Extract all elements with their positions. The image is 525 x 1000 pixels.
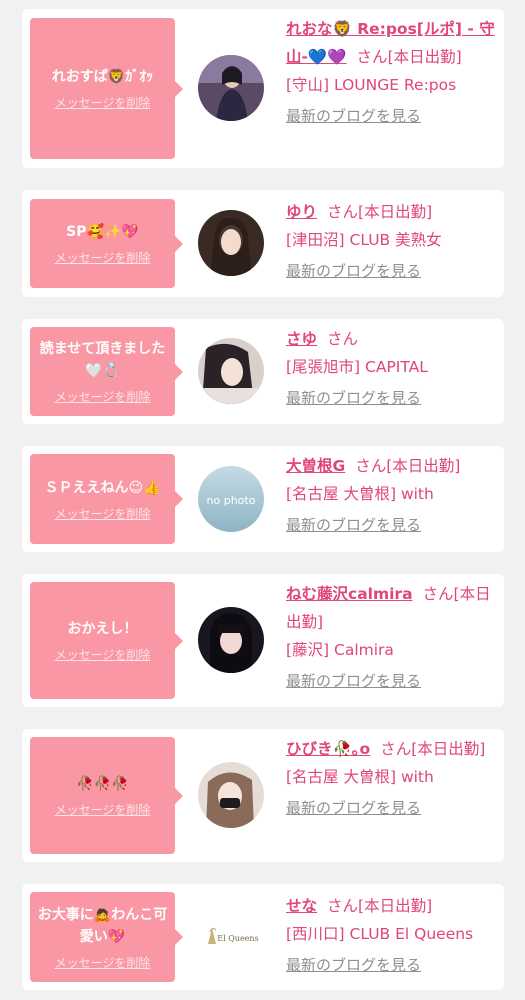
honorific: さん [356,48,388,66]
honorific: さん [422,585,454,603]
list-item: れおすぱ🦁ｶﾞｵｯ メッセージを削除 れおな🦁 Re:pos[ルポ] - 守山-… [22,9,504,168]
view-blog-link[interactable]: 最新のブログを見る [286,794,421,822]
honorific: さん [355,457,387,475]
list-item: 🥀🥀🥀 メッセージを削除 ひびき🥀｡o さん[本日出勤] [名古屋 大曽根] wi… [22,729,504,862]
list-item: おかえし！ メッセージを削除 ねむ藤沢calmira さん[本日出勤] [藤沢] … [22,574,504,707]
list-item: SP🥰✨💖 メッセージを削除 ゆり さん[本日出勤] [津田沼] CLUB 美熟女… [22,190,504,297]
list-item: お大事に🙇わんこ可愛い💖 メッセージを削除 El Queens せな さん[本日出… [22,884,504,990]
shop-name: [尾張旭市] CAPITAL [286,358,428,376]
message-bubble: SP🥰✨💖 メッセージを削除 [30,199,183,288]
message-text: ＳＰええねん😉👍 [44,479,161,496]
avatar[interactable] [198,210,264,276]
status-text: [本日出勤] [358,203,433,221]
woman-photo-icon [198,607,264,673]
view-blog-link[interactable]: 最新のブログを見る [286,384,421,412]
view-blog-link[interactable]: 最新のブログを見る [286,257,421,285]
delete-message-link[interactable]: メッセージを削除 [55,249,151,266]
message-bubble: ＳＰええねん😉👍 メッセージを削除 [30,454,183,544]
message-text: 🥀🥀🥀 [76,776,129,792]
cast-name-link[interactable]: せな [286,897,317,915]
delete-message-link[interactable]: メッセージを削除 [55,505,151,522]
honorific: さん [327,897,359,915]
message-bubble: 🥀🥀🥀 メッセージを削除 [30,737,183,854]
cast-info: 大曽根G さん[本日出勤] [名古屋 大曽根] with 最新のブログを見る [286,452,498,539]
view-blog-link[interactable]: 最新のブログを見る [286,667,421,695]
list-item: 読ませて頂きました🤍💍 メッセージを削除 さゆ さん [尾張旭市] CAPITAL… [22,319,504,424]
cast-name-link[interactable]: ひびき🥀｡o [286,740,370,758]
status-text: [本日出勤] [411,740,486,758]
delete-message-link[interactable]: メッセージを削除 [55,94,151,111]
status-text: [本日出勤] [386,457,461,475]
shop-logo-icon: El Queens [198,904,264,970]
honorific: さん [327,203,359,221]
message-bubble: 読ませて頂きました🤍💍 メッセージを削除 [30,327,183,416]
avatar[interactable]: no photo [198,466,264,532]
message-text: 読ませて頂きました🤍💍 [39,341,166,379]
shop-name: [藤沢] Calmira [286,641,394,659]
shop-name: [名古屋 大曽根] with [286,768,434,786]
cast-info: れおな🦁 Re:pos[ルポ] - 守山-💙💜 さん[本日出勤] [守山] LOU… [286,15,498,130]
delete-message-link[interactable]: メッセージを削除 [55,646,151,663]
shop-name: [津田沼] CLUB 美熟女 [286,231,442,249]
cast-info: せな さん[本日出勤] [西川口] CLUB El Queens 最新のブログを見… [286,892,498,979]
avatar[interactable] [198,338,264,404]
cast-info: ゆり さん[本日出勤] [津田沼] CLUB 美熟女 最新のブログを見る [286,198,498,285]
woman-photo-icon [198,210,264,276]
status-text: [本日出勤] [387,48,462,66]
view-blog-link[interactable]: 最新のブログを見る [286,511,421,539]
message-text: お大事に🙇わんこ可愛い💖 [37,906,168,945]
honorific: さん [327,330,359,348]
cast-name-link[interactable]: ゆり [286,203,317,221]
message-bubble: お大事に🙇わんこ可愛い💖 メッセージを削除 [30,892,183,982]
message-text: れおすぱ🦁ｶﾞｵｯ [51,69,154,85]
shop-name: [名古屋 大曽根] with [286,485,434,503]
cast-name-link[interactable]: 大曽根G [286,457,345,475]
delete-message-link[interactable]: メッセージを削除 [55,801,151,818]
cast-info: ねむ藤沢calmira さん[本日出勤] [藤沢] Calmira 最新のブログを… [286,580,498,695]
message-bubble: れおすぱ🦁ｶﾞｵｯ メッセージを削除 [30,18,183,159]
cast-name-link[interactable]: ねむ藤沢calmira [286,585,413,603]
message-text: おかえし！ [67,621,138,637]
avatar[interactable] [198,762,264,828]
list-item: ＳＰええねん😉👍 メッセージを削除 no photo 大曽根G さん[本日出勤] … [22,446,504,552]
woman-photo-icon [198,762,264,828]
no-photo-text: no photo [207,494,256,507]
shop-logo-text: El Queens [217,934,258,943]
avatar[interactable] [198,55,264,121]
status-text: [本日出勤] [358,897,433,915]
honorific: さん [380,740,412,758]
cast-info: ひびき🥀｡o さん[本日出勤] [名古屋 大曽根] with 最新のブログを見る [286,735,498,822]
cast-info: さゆ さん [尾張旭市] CAPITAL 最新のブログを見る [286,325,498,412]
woman-photo-icon [198,338,264,404]
delete-message-link[interactable]: メッセージを削除 [55,954,151,971]
avatar[interactable] [198,607,264,673]
shop-name: [守山] LOUNGE Re:pos [286,76,457,94]
woman-photo-icon [198,55,264,121]
message-bubble: おかえし！ メッセージを削除 [30,582,183,699]
message-list: れおすぱ🦁ｶﾞｵｯ メッセージを削除 れおな🦁 Re:pos[ルポ] - 守山-… [0,0,525,1000]
cast-name-link[interactable]: さゆ [286,330,317,348]
shop-name: [西川口] CLUB El Queens [286,925,474,943]
view-blog-link[interactable]: 最新のブログを見る [286,951,421,979]
delete-message-link[interactable]: メッセージを削除 [55,388,151,405]
no-photo-icon: no photo [198,466,264,532]
avatar[interactable]: El Queens [198,904,264,970]
message-text: SP🥰✨💖 [66,224,139,240]
view-blog-link[interactable]: 最新のブログを見る [286,102,421,130]
